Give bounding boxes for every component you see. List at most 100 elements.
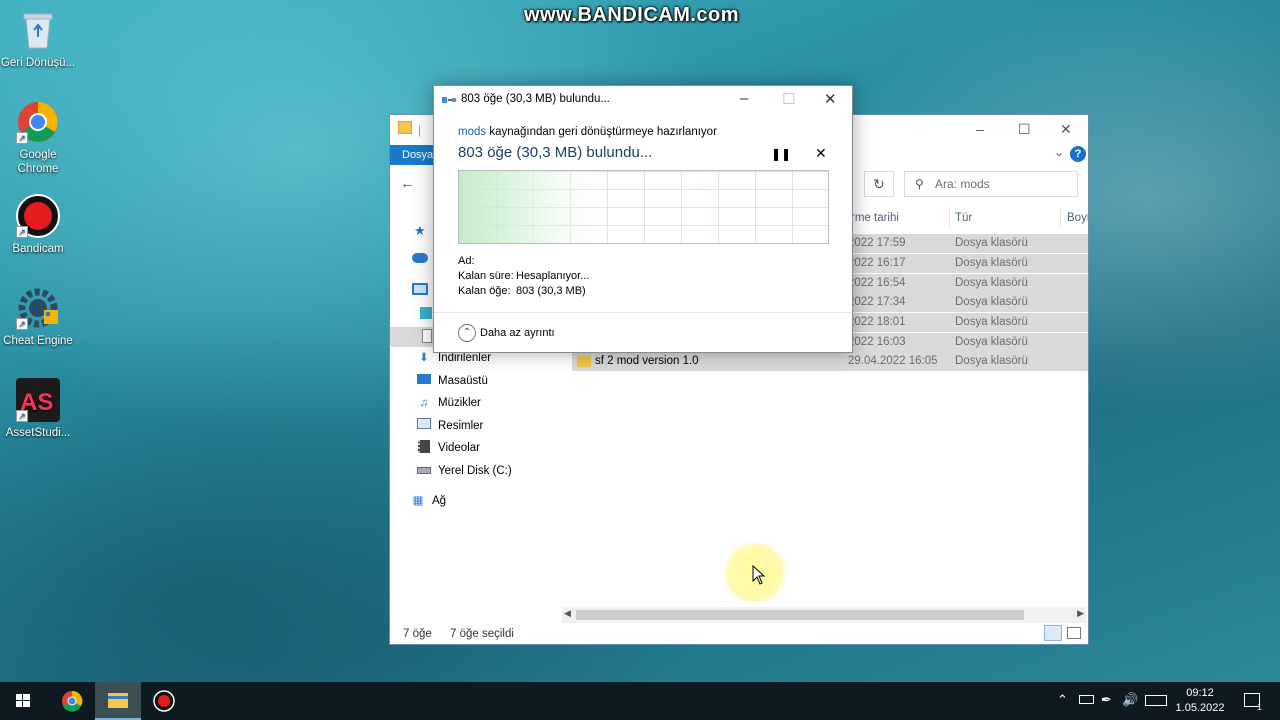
column-header-date[interactable]: rme tarihi [851,207,899,229]
dialog-title: 803 öğe (30,3 MB) bulundu... [461,93,610,105]
progress-headline: 803 öğe (30,3 MB) bulundu... [458,144,653,161]
scroll-left-icon[interactable]: ◀ [564,608,571,619]
close-button[interactable]: ✕ [1060,121,1074,137]
search-input[interactable]: ⚲ Ara: mods [904,171,1078,197]
music-icon: ♫ [419,396,429,409]
folder-icon [108,693,128,708]
file-row[interactable]: sf 2 mod version 1.0 29.04.2022 16:05 Do… [572,352,1088,371]
desktop-icon-assetstudio[interactable]: AS ↗ AssetStudi... [0,378,76,440]
shortcut-arrow-icon: ↗ [16,132,28,144]
nav-item-local-disk[interactable]: Yerel Disk (C:) [416,460,512,482]
recycle-progress-dialog: 803 öğe (30,3 MB) bulundu... – ☐ ✕ mods … [433,85,853,353]
nav-item-pictures[interactable]: Resimler [416,415,483,437]
desktop-icon-label: AssetStudi... [5,427,71,439]
desktop-icon-label: Google Chrome [17,149,59,175]
volume-icon[interactable]: 🔊 [1122,692,1138,708]
notification-badge: 1 [1257,702,1263,712]
scroll-right-icon[interactable]: ▶ [1077,608,1084,619]
assetstudio-icon: AS ↗ [16,378,60,422]
tab-dosya[interactable]: Dosya [390,145,434,165]
desktop-icon-recycle-bin[interactable]: Geri Dönüşü... [0,8,76,70]
chevron-up-icon[interactable]: ⌃ [1057,692,1068,708]
folder-icon [577,356,591,367]
speed-graph [458,170,829,244]
status-selected-count: 7 öğe seçildi [450,628,514,640]
pictures-icon [416,417,432,434]
mouse-pointer-icon [752,564,766,588]
chevron-up-icon: ⌃ [458,324,476,343]
bandicam-icon [153,690,175,712]
nav-item-videos[interactable]: Videolar [416,437,480,459]
help-button[interactable]: ? [1070,146,1086,162]
shortcut-arrow-icon: ↗ [16,410,28,422]
disk-icon [416,463,432,479]
start-button[interactable] [0,682,46,720]
download-icon: ⬇ [419,351,429,364]
file-name: sf 2 mod version 1.0 [595,355,699,367]
desktop-icon-chrome[interactable]: ↗ Google Chrome [0,100,76,176]
close-button[interactable]: ✕ [824,90,837,108]
refresh-button[interactable]: ↻ [864,171,894,197]
cheat-engine-icon: ↗ [16,286,60,330]
ribbon-expand-icon[interactable]: ⌄ [1054,145,1064,159]
nav-item-desktop[interactable]: Masaüstü [416,370,488,392]
folder-icon [398,121,412,134]
info-name: Ad: [458,255,475,267]
file-operation-icon [442,94,456,104]
less-details-button[interactable]: ⌃ Daha az ayrıntı [458,324,555,343]
onedrive-icon[interactable] [412,253,428,263]
taskbar-bandicam[interactable] [141,682,187,720]
taskbar-clock[interactable]: 09:12 1.05.2022 [1172,686,1228,716]
maximize-button[interactable]: ☐ [782,90,795,108]
taskbar-file-explorer[interactable] [95,682,141,720]
back-arrow-icon[interactable]: ← [400,175,415,192]
wifi-icon[interactable]: ✒ [1101,692,1112,708]
status-item-count: 7 öğe [403,628,432,640]
column-divider [949,209,950,227]
column-divider [1060,209,1061,227]
maximize-button[interactable]: ☐ [1018,121,1032,137]
clock-date: 1.05.2022 [1175,702,1225,714]
desktop-icon-label: Geri Dönüşü... [0,57,76,69]
shortcut-arrow-icon: ↗ [16,318,28,330]
battery-icon[interactable] [1079,695,1094,704]
info-remaining-time: Kalan süre: Hesaplanıyor... [458,270,590,282]
desktop-icon-bandicam[interactable]: ↗ Bandicam [0,194,76,256]
bandicam-watermark: www.BANDICAM.com [524,4,740,26]
taskbar: ⌃ ✒ 🔊 09:12 1.05.2022 1 [0,682,1280,720]
chrome-icon: ↗ [16,100,60,144]
windows-icon [16,694,30,707]
nav-item-network[interactable]: ▦ Ağ [410,490,447,512]
network-icon: ▦ [412,494,424,507]
minimize-button[interactable]: – [740,90,748,107]
documents-icon[interactable] [422,329,432,343]
search-icon: ⚲ [915,177,924,191]
desktop-icon [416,373,432,389]
recycle-bin-icon [16,8,60,52]
videos-icon [416,439,432,456]
dialog-divider [434,312,852,313]
column-header-size[interactable]: Boyu [1067,207,1088,229]
nav-item-music[interactable]: ♫ Müzikler [416,392,481,414]
keyboard-icon[interactable] [1145,695,1167,706]
pause-button[interactable]: ❚❚ [771,147,791,161]
taskbar-chrome[interactable] [49,682,95,720]
operation-description: mods kaynağından geri dönüştürmeye hazır… [458,126,717,138]
scrollbar-thumb[interactable] [576,610,1024,620]
search-placeholder: Ara: mods [935,177,990,191]
minimize-button[interactable]: – [976,121,990,137]
desktop-icon-label: Cheat Engine [3,335,73,347]
cancel-button[interactable]: ✕ [815,145,827,162]
details-view-icon[interactable] [1044,625,1062,641]
chrome-icon [62,690,83,712]
3d-objects-icon[interactable] [420,307,432,319]
this-pc-icon[interactable] [412,283,428,295]
large-icons-view-icon[interactable] [1067,627,1081,639]
quick-access-separator: | [418,123,422,137]
source-folder-link[interactable]: mods [458,126,486,138]
horizontal-scrollbar[interactable]: ◀ ▶ [562,607,1086,623]
column-header-type[interactable]: Tür [955,207,972,229]
quick-access-icon[interactable]: ★ [414,223,426,239]
bandicam-icon: ↗ [16,194,60,238]
desktop-icon-cheat-engine[interactable]: ↗ Cheat Engine [0,286,76,348]
